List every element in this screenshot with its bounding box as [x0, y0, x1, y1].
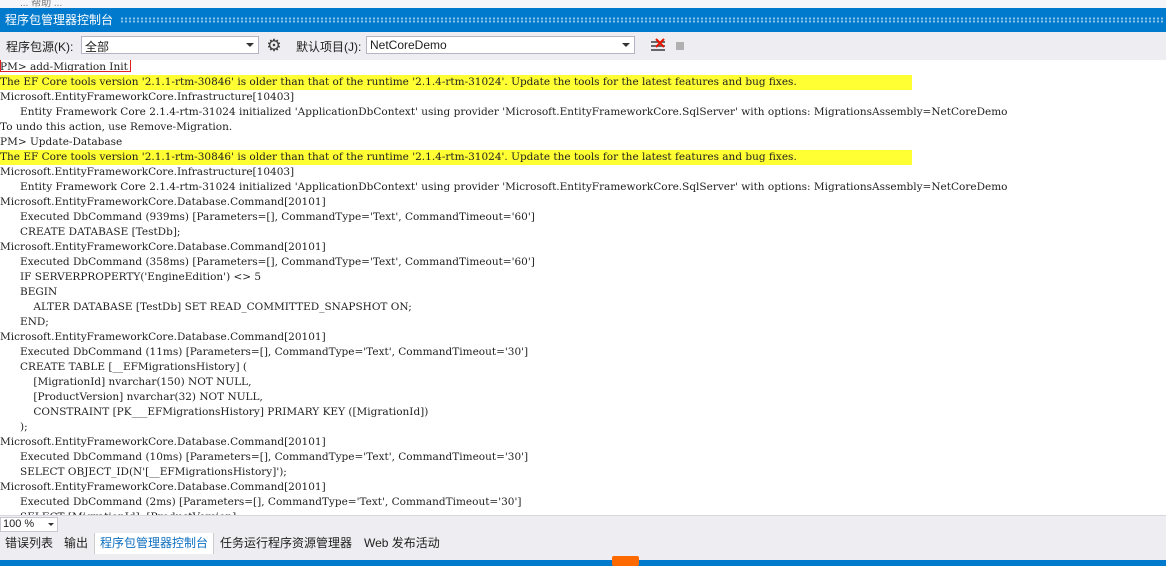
console-line: Microsoft.EntityFrameworkCore.Database.C…	[0, 196, 326, 208]
status-bar	[0, 560, 1166, 566]
zoom-bar: 100 %	[0, 515, 1166, 534]
console-line: Microsoft.EntityFrameworkCore.Database.C…	[0, 436, 326, 448]
console-line: BEGIN	[0, 286, 58, 298]
default-project-label: 默认项目(J):	[296, 40, 362, 54]
console-line: ALTER DATABASE [TestDb] SET READ_COMMITT…	[0, 301, 412, 313]
console-line: PM> Update-Database	[0, 136, 123, 148]
console-line: [ProductVersion] nvarchar(32) NOT NULL,	[0, 391, 263, 403]
console-line: END;	[0, 316, 49, 328]
console-line: CREATE DATABASE [TestDb];	[0, 226, 181, 238]
console-line: Microsoft.EntityFrameworkCore.Database.C…	[0, 241, 326, 253]
gear-icon[interactable]: ⚙	[265, 37, 283, 55]
console-line: Executed DbCommand (10ms) [Parameters=[]…	[0, 451, 529, 463]
console-line: SELECT OBJECT_ID(N'[__EFMigrationsHistor…	[0, 466, 287, 478]
chevron-down-icon	[246, 43, 254, 47]
console-line: Entity Framework Core 2.1.4-rtm-31024 in…	[0, 181, 1008, 193]
console-warning-line: The EF Core tools version '2.1.1-rtm-308…	[0, 150, 912, 165]
tab-output[interactable]: 输出	[59, 533, 93, 554]
tab-error-list[interactable]: 错误列表	[0, 533, 58, 554]
ime-icon[interactable]	[612, 556, 639, 566]
zoom-value: 100 %	[3, 518, 35, 530]
default-project-value: NetCoreDemo	[370, 38, 447, 52]
package-source-label: 程序包源(K):	[6, 40, 74, 54]
console-line: IF SERVERPROPERTY('EngineEdition') <> 5	[0, 271, 262, 283]
console-line: Microsoft.EntityFrameworkCore.Database.C…	[0, 331, 326, 343]
console-line: );	[0, 421, 28, 433]
tab-web-publish-activity[interactable]: Web 发布活动	[359, 533, 445, 554]
tab-package-manager-console[interactable]: 程序包管理器控制台	[94, 533, 215, 554]
console-line: Executed DbCommand (2ms) [Parameters=[],…	[0, 496, 522, 508]
panel-title-bar: 程序包管理器控制台	[0, 8, 1166, 32]
console-line: Executed DbCommand (358ms) [Parameters=[…	[0, 256, 535, 268]
tab-task-runner-explorer[interactable]: 任务运行程序资源管理器	[215, 533, 357, 554]
title-grip[interactable]	[120, 17, 1164, 23]
panel-title: 程序包管理器控制台	[5, 13, 114, 27]
console-output[interactable]: PM> add-Migration Init The EF Core tools …	[0, 60, 1166, 515]
chevron-down-icon	[622, 43, 630, 47]
console-line: To undo this action, use Remove-Migratio…	[0, 121, 233, 133]
console-line: Executed DbCommand (11ms) [Parameters=[]…	[0, 346, 529, 358]
console-line: Microsoft.EntityFrameworkCore.Infrastruc…	[0, 91, 295, 103]
package-source-value: 全部	[85, 40, 110, 54]
bottom-tab-bar: 错误列表 输出 程序包管理器控制台 任务运行程序资源管理器 Web 发布活动	[0, 533, 1166, 560]
console-toolbar: 程序包源(K): 全部 ⚙ 默认项目(J): NetCoreDemo	[0, 32, 1166, 61]
highlight-box	[0, 60, 131, 72]
top-strip-text: ... 帮助 ...	[20, 0, 63, 8]
console-line: Executed DbCommand (939ms) [Parameters=[…	[0, 211, 535, 223]
zoom-dropdown[interactable]: 100 %	[0, 517, 58, 532]
console-line: [MigrationId] nvarchar(150) NOT NULL,	[0, 376, 252, 388]
console-warning-line: The EF Core tools version '2.1.1-rtm-308…	[0, 75, 912, 90]
stop-icon[interactable]	[676, 42, 684, 50]
top-strip: ... 帮助 ...	[0, 0, 1166, 8]
default-project-dropdown[interactable]: NetCoreDemo	[366, 36, 635, 54]
console-line: Microsoft.EntityFrameworkCore.Infrastruc…	[0, 166, 295, 178]
console-line: CREATE TABLE [__EFMigrationsHistory] (	[0, 361, 247, 373]
chevron-down-icon	[48, 523, 54, 526]
package-source-dropdown[interactable]: 全部	[81, 36, 259, 54]
console-line: CONSTRAINT [PK___EFMigrationsHistory] PR…	[0, 406, 429, 418]
console-line: Microsoft.EntityFrameworkCore.Database.C…	[0, 481, 326, 493]
console-line: Entity Framework Core 2.1.4-rtm-31024 in…	[0, 106, 1008, 118]
clear-console-icon[interactable]	[650, 38, 666, 54]
